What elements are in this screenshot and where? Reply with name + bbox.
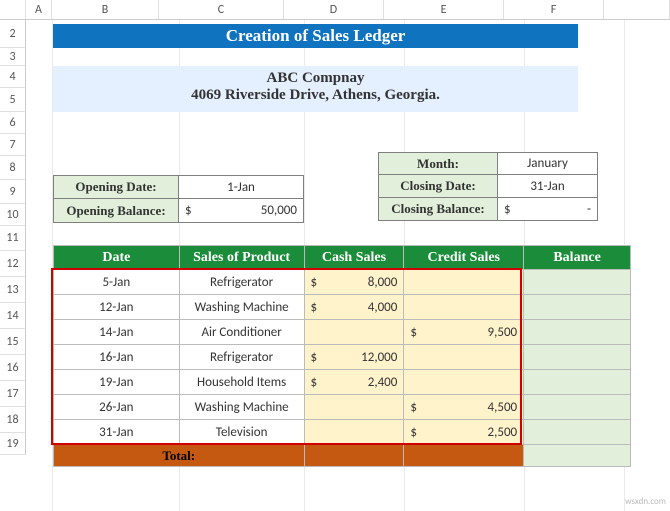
closing-date-value[interactable]: 31-Jan xyxy=(498,175,598,198)
table-row: 26-JanWashing Machine $4,500 xyxy=(54,395,631,420)
closing-table: Month: January Closing Date: 31-Jan Clos… xyxy=(378,152,598,221)
cell-product[interactable]: Household Items xyxy=(179,370,304,395)
closing-date-label: Closing Date: xyxy=(378,175,498,198)
month-label: Month: xyxy=(378,152,498,175)
cell-balance[interactable] xyxy=(524,295,631,320)
row-11[interactable]: 11 xyxy=(0,226,26,251)
col-B[interactable]: B xyxy=(52,0,159,19)
col-credit: Credit Sales xyxy=(404,246,524,270)
row-13[interactable]: 13 xyxy=(0,277,26,303)
cell-balance[interactable] xyxy=(524,270,631,295)
cell-credit[interactable]: $2,500 xyxy=(404,420,524,445)
cell-balance[interactable] xyxy=(524,370,631,395)
company-box: ABC Compnay 4069 Riverside Drive, Athens… xyxy=(53,66,578,112)
cell-date[interactable]: 19-Jan xyxy=(54,370,180,395)
opening-date-label: Opening Date: xyxy=(53,175,179,199)
cell-date[interactable]: 12-Jan xyxy=(54,295,180,320)
col-date: Date xyxy=(54,246,180,270)
col-cash: Cash Sales xyxy=(304,246,404,270)
row-headers: 2345678910111213141516171819 xyxy=(0,20,26,455)
table-row: 12-JanWashing Machine$4,000 xyxy=(54,295,631,320)
row-2[interactable]: 2 xyxy=(0,20,26,48)
table-row: 14-JanAir Conditioner $9,500 xyxy=(54,320,631,345)
row-14[interactable]: 14 xyxy=(0,303,26,329)
cell-credit[interactable] xyxy=(404,295,524,320)
row-19[interactable]: 19 xyxy=(0,433,26,455)
cell-product[interactable]: Television xyxy=(179,420,304,445)
opening-balance-value[interactable]: $ 50,000 xyxy=(179,199,304,223)
col-A[interactable]: A xyxy=(26,0,52,19)
cell-credit[interactable] xyxy=(404,370,524,395)
col-balance: Balance xyxy=(524,246,631,270)
col-F[interactable]: F xyxy=(504,0,604,19)
watermark: wsxdn.com xyxy=(625,496,666,507)
table-row: 31-JanTelevision $2,500 xyxy=(54,420,631,445)
closing-balance-label: Closing Balance: xyxy=(378,198,498,221)
column-headers: A B C D E F xyxy=(0,0,670,20)
cell-cash[interactable]: $4,000 xyxy=(304,295,404,320)
row-12[interactable]: 12 xyxy=(0,251,26,277)
ledger-header-row: Date Sales of Product Cash Sales Credit … xyxy=(54,246,631,270)
row-15[interactable]: 15 xyxy=(0,329,26,355)
cell-date[interactable]: 31-Jan xyxy=(54,420,180,445)
cell-date[interactable]: 14-Jan xyxy=(54,320,180,345)
cell-credit[interactable]: $9,500 xyxy=(404,320,524,345)
cell-cash[interactable]: $8,000 xyxy=(304,270,404,295)
col-E[interactable]: E xyxy=(384,0,504,19)
total-row: Total: xyxy=(54,445,631,467)
cell-balance[interactable] xyxy=(524,320,631,345)
ledger-table: Date Sales of Product Cash Sales Credit … xyxy=(53,245,631,467)
opening-date-value[interactable]: 1-Jan xyxy=(179,175,304,199)
col-product: Sales of Product xyxy=(179,246,304,270)
table-row: 5-JanRefrigerator$8,000 xyxy=(54,270,631,295)
cell-credit[interactable] xyxy=(404,270,524,295)
cell-date[interactable]: 26-Jan xyxy=(54,395,180,420)
cell-date[interactable]: 16-Jan xyxy=(54,345,180,370)
total-label: Total: xyxy=(54,445,305,467)
cell-cash[interactable] xyxy=(304,420,404,445)
row-9[interactable]: 9 xyxy=(0,180,26,204)
total-credit[interactable] xyxy=(404,445,524,467)
cell-cash[interactable]: $12,000 xyxy=(304,345,404,370)
closing-balance-value[interactable]: $ - xyxy=(498,198,598,221)
cell-cash[interactable] xyxy=(304,395,404,420)
month-value[interactable]: January xyxy=(498,152,598,175)
row-4[interactable]: 4 xyxy=(0,66,26,88)
row-17[interactable]: 17 xyxy=(0,381,26,407)
cell-product[interactable]: Refrigerator xyxy=(179,345,304,370)
row-8[interactable]: 8 xyxy=(0,156,26,180)
cell-credit[interactable] xyxy=(404,345,524,370)
row-18[interactable]: 18 xyxy=(0,407,26,433)
row-16[interactable]: 16 xyxy=(0,355,26,381)
cell-cash[interactable]: $2,400 xyxy=(304,370,404,395)
cell-cash[interactable] xyxy=(304,320,404,345)
page-title: Creation of Sales Ledger xyxy=(53,24,578,48)
col-C[interactable]: C xyxy=(159,0,284,19)
row-10[interactable]: 10 xyxy=(0,204,26,226)
cell-product[interactable]: Washing Machine xyxy=(179,295,304,320)
table-row: 19-JanHousehold Items$2,400 xyxy=(54,370,631,395)
cell-balance[interactable] xyxy=(524,345,631,370)
cell-date[interactable]: 5-Jan xyxy=(54,270,180,295)
opening-balance-label: Opening Balance: xyxy=(53,199,179,223)
total-balance[interactable] xyxy=(524,445,631,467)
cell-balance[interactable] xyxy=(524,420,631,445)
col-D[interactable]: D xyxy=(284,0,384,19)
company-name: ABC Compnay xyxy=(53,70,578,87)
opening-table: Opening Date: 1-Jan Opening Balance: $ 5… xyxy=(53,175,304,223)
row-6[interactable]: 6 xyxy=(0,112,26,134)
table-row: 16-JanRefrigerator$12,000 xyxy=(54,345,631,370)
cell-product[interactable]: Air Conditioner xyxy=(179,320,304,345)
cell-credit[interactable]: $4,500 xyxy=(404,395,524,420)
total-cash[interactable] xyxy=(304,445,404,467)
cell-product[interactable]: Washing Machine xyxy=(179,395,304,420)
row-7[interactable]: 7 xyxy=(0,134,26,156)
cell-balance[interactable] xyxy=(524,395,631,420)
row-3[interactable]: 3 xyxy=(0,48,26,66)
company-address: 4069 Riverside Drive, Athens, Georgia. xyxy=(53,87,578,104)
cell-product[interactable]: Refrigerator xyxy=(179,270,304,295)
row-5[interactable]: 5 xyxy=(0,88,26,112)
